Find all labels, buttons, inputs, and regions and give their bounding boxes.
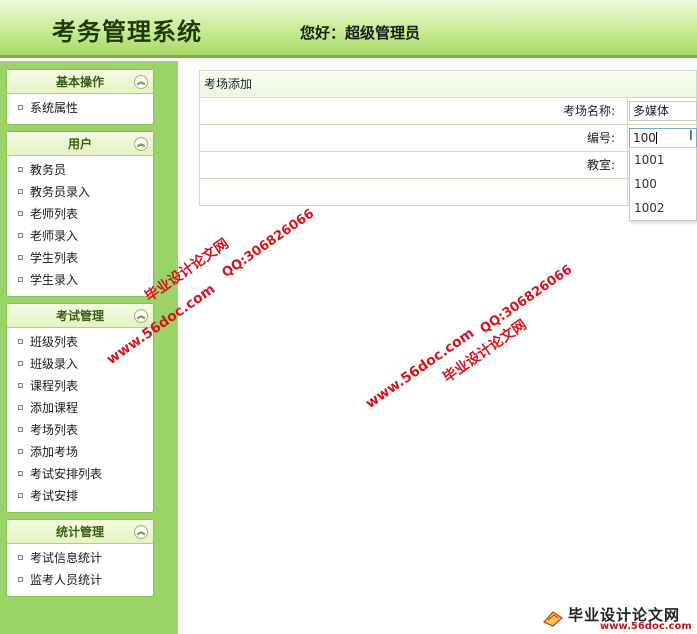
bullet-icon (18, 361, 23, 366)
bullet-icon (18, 577, 23, 582)
collapse-icon[interactable]: ︽ (134, 137, 148, 151)
bullet-icon (18, 493, 23, 498)
sidebar-panel-title: 基本操作 (55, 75, 104, 89)
text-caret (655, 132, 657, 144)
sidebar-item-label: 考试安排 (30, 489, 79, 503)
sidebar-item-label: 学生列表 (30, 251, 79, 265)
sidebar-panel-header[interactable]: 统计管理 ︽ (7, 520, 153, 544)
autocomplete-option[interactable]: 100 (630, 172, 696, 196)
sidebar-panel-basic: 基本操作 ︽ 系统属性 (6, 69, 154, 125)
sidebar-item-system-properties[interactable]: 系统属性 (7, 97, 153, 119)
room-code-label: 编号: (586, 131, 615, 145)
sidebar-item-room-add[interactable]: 添加考场 (7, 441, 153, 463)
sidebar-item-label: 班级列表 (30, 335, 79, 349)
sidebar-item-proctor-stats[interactable]: 监考人员统计 (7, 569, 153, 591)
sidebar-panel-title: 统计管理 (55, 525, 104, 539)
sidebar-item-label: 考试安排列表 (30, 467, 103, 481)
sidebar-item-label: 考试信息统计 (30, 551, 103, 565)
sidebar-item-class-add[interactable]: 班级录入 (7, 353, 153, 375)
collapse-icon[interactable]: ︽ (134, 309, 148, 323)
bullet-icon (18, 277, 23, 282)
sidebar-item-student-add[interactable]: 学生录入 (7, 269, 153, 291)
sidebar-panel-header[interactable]: 基本操作 ︽ (7, 70, 153, 94)
bullet-icon (18, 405, 23, 410)
sidebar: 基本操作 ︽ 系统属性 用户 ︽ 教务员 教务员录入 老师列表 老师录入 学生列… (0, 61, 178, 634)
sidebar-panel-users: 用户 ︽ 教务员 教务员录入 老师列表 老师录入 学生列表 学生录入 (6, 131, 154, 297)
user-greeting: 您好：超级管理员 (300, 24, 421, 42)
sidebar-item-schedule-list[interactable]: 考试安排列表 (7, 463, 153, 485)
collapse-icon[interactable]: ︽ (134, 75, 148, 89)
bullet-icon (18, 255, 23, 260)
sidebar-item-course-add[interactable]: 添加课程 (7, 397, 153, 419)
bullet-icon (18, 189, 23, 194)
app-header: 考务管理系统 您好：超级管理员 (0, 0, 697, 58)
bullet-icon (18, 105, 23, 110)
sidebar-item-label: 教务员 (30, 163, 67, 177)
sidebar-item-room-list[interactable]: 考场列表 (7, 419, 153, 441)
sidebar-item-teacher-list[interactable]: 老师列表 (7, 203, 153, 225)
form-title: 考场添加 (200, 71, 696, 98)
form-row-classroom: 教室: (200, 152, 696, 179)
bullet-icon (18, 471, 23, 476)
classroom-label: 教室: (586, 158, 615, 172)
footer-watermark-logo: 毕业设计论文网 www.56doc.com (540, 604, 692, 632)
sidebar-item-label: 老师列表 (30, 207, 79, 221)
room-add-form: 考场添加 考场名称: 编号: 教室: (199, 70, 697, 206)
autocomplete-dropdown[interactable]: 1001 100 1002 (629, 147, 697, 221)
book-logo-icon (543, 611, 563, 627)
room-name-input[interactable]: 多媒体 (629, 101, 697, 121)
bullet-icon (18, 339, 23, 344)
form-row-name: 考场名称: (200, 98, 696, 125)
ibeam-cursor-icon: I (689, 129, 693, 144)
sidebar-item-label: 系统属性 (30, 101, 79, 115)
bullet-icon (18, 383, 23, 388)
sidebar-item-label: 老师录入 (30, 229, 79, 243)
sidebar-item-label: 学生录入 (30, 273, 79, 287)
sidebar-item-label: 添加课程 (30, 401, 79, 415)
watermark-qq: QQ:306826066 (219, 206, 318, 281)
sidebar-item-student-list[interactable]: 学生列表 (7, 247, 153, 269)
sidebar-item-teacher-add[interactable]: 老师录入 (7, 225, 153, 247)
sidebar-item-label: 班级录入 (30, 357, 79, 371)
collapse-icon[interactable]: ︽ (134, 525, 148, 539)
bullet-icon (18, 555, 23, 560)
room-code-input[interactable]: 100 (629, 128, 697, 148)
bullet-icon (18, 233, 23, 238)
form-row-code: 编号: (200, 125, 696, 152)
sidebar-item-label: 教务员录入 (30, 185, 91, 199)
sidebar-item-label: 考场列表 (30, 423, 79, 437)
sidebar-item-exam-stats[interactable]: 考试信息统计 (7, 547, 153, 569)
room-name-label: 考场名称: (562, 104, 615, 118)
sidebar-item-registrar-add[interactable]: 教务员录入 (7, 181, 153, 203)
sidebar-item-registrar[interactable]: 教务员 (7, 159, 153, 181)
bullet-icon (18, 211, 23, 216)
sidebar-item-label: 监考人员统计 (30, 573, 103, 587)
room-name-value: 多媒体 (633, 104, 670, 118)
room-code-value: 100 (633, 131, 656, 145)
autocomplete-option[interactable]: 1002 (630, 196, 696, 220)
sidebar-panel-title: 考试管理 (55, 309, 104, 323)
bullet-icon (18, 167, 23, 172)
sidebar-item-course-list[interactable]: 课程列表 (7, 375, 153, 397)
sidebar-panel-title: 用户 (67, 137, 92, 151)
bullet-icon (18, 449, 23, 454)
sidebar-panel-header[interactable]: 考试管理 ︽ (7, 304, 153, 328)
app-title: 考务管理系统 (52, 17, 202, 46)
sidebar-item-label: 课程列表 (30, 379, 79, 393)
bullet-icon (18, 427, 23, 432)
form-row-actions (200, 179, 696, 206)
footer-logo-url: www.56doc.com (600, 621, 692, 632)
sidebar-panel-header[interactable]: 用户 ︽ (7, 132, 153, 156)
sidebar-panel-statistics: 统计管理 ︽ 考试信息统计 监考人员统计 (6, 519, 154, 597)
autocomplete-option[interactable]: 1001 (630, 148, 696, 172)
sidebar-item-label: 添加考场 (30, 445, 79, 459)
sidebar-item-schedule[interactable]: 考试安排 (7, 485, 153, 507)
